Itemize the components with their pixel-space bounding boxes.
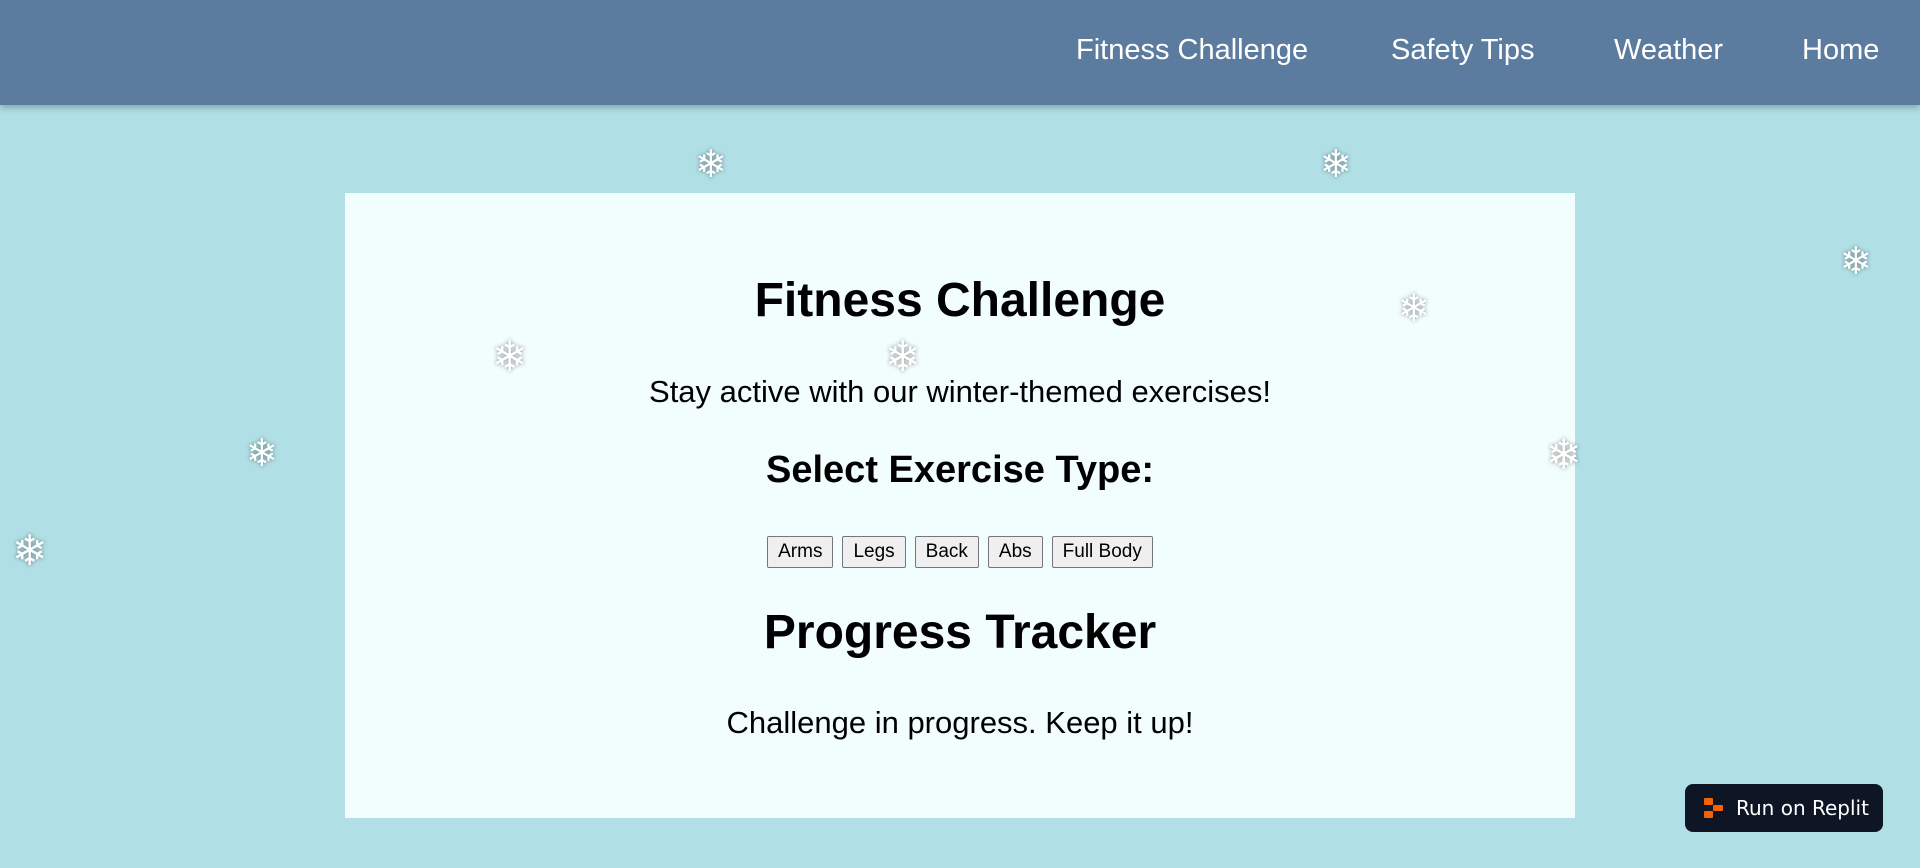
page-subtitle: Stay active with our winter-themed exerc… bbox=[649, 374, 1271, 409]
snowflake-icon: ❄ bbox=[695, 142, 727, 186]
exercise-button-arms[interactable]: Arms bbox=[767, 536, 834, 568]
exercise-button-legs[interactable]: Legs bbox=[842, 536, 906, 568]
nav-link-fitness-challenge[interactable]: Fitness Challenge bbox=[1076, 32, 1308, 68]
run-on-replit-label: Run on Replit bbox=[1736, 796, 1869, 820]
replit-logo-icon bbox=[1704, 798, 1724, 818]
snowflake-icon: ❄ bbox=[246, 431, 278, 475]
run-on-replit-button[interactable]: Run on Replit bbox=[1685, 784, 1883, 832]
snowflake-icon: ❄ bbox=[1320, 142, 1352, 186]
nav-link-weather[interactable]: Weather bbox=[1614, 32, 1723, 68]
fitness-challenge-card: Fitness Challenge Stay active with our w… bbox=[345, 193, 1575, 818]
page-title: Fitness Challenge bbox=[754, 274, 1166, 327]
exercise-button-abs[interactable]: Abs bbox=[987, 536, 1043, 568]
top-navbar: Fitness Challenge Safety Tips Weather Ho… bbox=[0, 0, 1920, 105]
progress-tracker-heading: Progress Tracker bbox=[763, 606, 1157, 659]
exercise-button-back[interactable]: Back bbox=[914, 536, 979, 568]
select-exercise-heading: Select Exercise Type: bbox=[766, 449, 1154, 491]
exercise-type-buttons: Arms Legs Back Abs Full Body bbox=[345, 536, 1575, 568]
progress-status-text: Challenge in progress. Keep it up! bbox=[726, 705, 1194, 740]
exercise-button-full-body[interactable]: Full Body bbox=[1051, 536, 1153, 568]
nav-link-safety-tips[interactable]: Safety Tips bbox=[1391, 32, 1534, 68]
snowflake-icon: ❄ bbox=[12, 526, 48, 575]
nav-link-home[interactable]: Home bbox=[1802, 32, 1879, 68]
snowflake-icon: ❄ bbox=[1840, 239, 1872, 283]
